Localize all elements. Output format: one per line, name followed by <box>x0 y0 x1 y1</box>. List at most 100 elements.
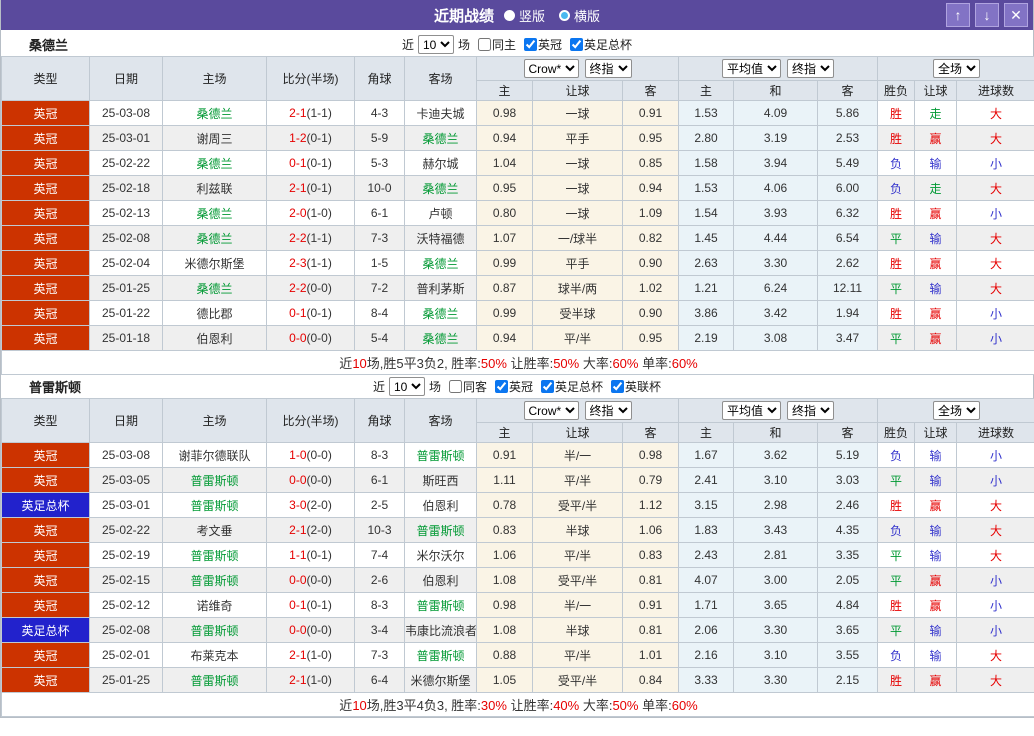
view-option-selected[interactable]: 竖版 <box>504 6 545 25</box>
recent-count-select[interactable]: 10 <box>418 35 454 54</box>
subcol-handicap-result: 让球 <box>915 423 957 443</box>
checkbox-input[interactable] <box>541 380 554 393</box>
avg-away: 3.03 <box>818 468 878 493</box>
away-team: 斯旺西 <box>405 468 477 493</box>
outcome-result: 平 <box>878 468 915 493</box>
fulltime-score: 0-0 <box>289 573 306 587</box>
away-team: 普雷斯顿 <box>405 643 477 668</box>
match-row: 英冠25-02-15普雷斯顿0-0(0-0)2-6伯恩利1.08受平/半0.81… <box>2 568 1034 593</box>
avg-draw: 3.30 <box>734 668 818 693</box>
scope-select[interactable]: 全场 <box>933 401 980 420</box>
filter-checkbox-3[interactable]: 英联杯 <box>607 378 661 395</box>
corners: 8-4 <box>355 301 405 326</box>
handicap-result: 赢 <box>915 668 957 693</box>
summary-segment: 60% <box>612 356 638 371</box>
subcol-outcome: 胜负 <box>878 81 915 101</box>
avg-time-select[interactable]: 终指 <box>787 59 834 78</box>
league-badge: 英冠 <box>2 543 90 568</box>
away-odds: 0.83 <box>623 543 679 568</box>
goals-result: 大 <box>957 643 1034 668</box>
checkbox-label: 英冠 <box>509 378 533 395</box>
avg-source-select[interactable]: 平均值 <box>722 59 781 78</box>
checkbox-input[interactable] <box>495 380 508 393</box>
handicap-line: 半/一 <box>533 593 623 618</box>
avg-home: 2.41 <box>679 468 734 493</box>
avg-home: 1.53 <box>679 101 734 126</box>
avg-time-select[interactable]: 终指 <box>787 401 834 420</box>
home-team: 布莱克本 <box>163 643 267 668</box>
avg-home: 2.19 <box>679 326 734 351</box>
avg-draw: 6.24 <box>734 276 818 301</box>
goals-result: 大 <box>957 518 1034 543</box>
goals-result: 大 <box>957 276 1034 301</box>
checkbox-input[interactable] <box>449 380 462 393</box>
away-team: 普雷斯顿 <box>405 593 477 618</box>
score: 2-2(0-0) <box>267 276 355 301</box>
match-row: 英冠25-01-25普雷斯顿2-1(1-0)6-4米德尔斯堡1.05受平/半0.… <box>2 668 1034 693</box>
league-badge: 英冠 <box>2 326 90 351</box>
avg-source-select[interactable]: 平均值 <box>722 401 781 420</box>
outcome-result: 负 <box>878 176 915 201</box>
filter-controls: 近10场同主英冠英足总杯 <box>402 35 632 54</box>
panel-title: 近期战绩 <box>434 5 494 26</box>
view-toggle: 竖版横版 <box>504 6 600 25</box>
avg-away: 1.94 <box>818 301 878 326</box>
scope-select[interactable]: 全场 <box>933 59 980 78</box>
recent-count-select[interactable]: 10 <box>389 377 425 396</box>
score: 2-3(1-1) <box>267 251 355 276</box>
handicap-line: 半球 <box>533 518 623 543</box>
col-header-date: 日期 <box>90 399 163 443</box>
view-option-unselected[interactable]: 横版 <box>559 6 600 25</box>
away-odds: 0.95 <box>623 326 679 351</box>
col-header-corners: 角球 <box>355 399 405 443</box>
filter-checkbox-2[interactable]: 英足总杯 <box>537 378 603 395</box>
games-label: 场 <box>429 378 441 395</box>
checkbox-input[interactable] <box>478 38 491 51</box>
outcome-result: 平 <box>878 326 915 351</box>
avg-home: 3.15 <box>679 493 734 518</box>
match-row: 英冠25-03-08桑德兰2-1(1-1)4-3卡迪夫城0.98一球0.911.… <box>2 101 1034 126</box>
away-team: 普雷斯顿 <box>405 443 477 468</box>
outcome-result: 平 <box>878 276 915 301</box>
corners: 6-1 <box>355 201 405 226</box>
fulltime-score: 2-3 <box>289 256 306 270</box>
odds-source-select[interactable]: Crow* <box>524 401 579 420</box>
subcol-handicap: 让球 <box>533 423 623 443</box>
handicap-line: 球半/两 <box>533 276 623 301</box>
avg-away: 6.00 <box>818 176 878 201</box>
corners: 2-6 <box>355 568 405 593</box>
filter-checkbox-0[interactable]: 同客 <box>445 378 487 395</box>
checkbox-input[interactable] <box>570 38 583 51</box>
filter-checkbox-1[interactable]: 英冠 <box>520 36 562 53</box>
halftime-score: (0-0) <box>307 623 332 637</box>
avg-away: 6.54 <box>818 226 878 251</box>
match-row: 英足总杯25-03-01普雷斯顿3-0(2-0)2-5伯恩利0.78受平/半1.… <box>2 493 1034 518</box>
filter-checkbox-0[interactable]: 同主 <box>474 36 516 53</box>
checkbox-input[interactable] <box>611 380 624 393</box>
odds-time-select[interactable]: 终指 <box>585 401 632 420</box>
checkbox-label: 同客 <box>463 378 487 395</box>
subcol-away-odds: 客 <box>623 423 679 443</box>
corners: 8-3 <box>355 593 405 618</box>
fulltime-score: 2-2 <box>289 281 306 295</box>
home-team: 桑德兰 <box>163 151 267 176</box>
avg-home: 1.83 <box>679 518 734 543</box>
home-odds: 1.07 <box>477 226 533 251</box>
match-date: 25-02-08 <box>90 226 163 251</box>
scroll-down-button[interactable]: ↓ <box>975 3 999 27</box>
odds-source-select[interactable]: Crow* <box>524 59 579 78</box>
odds-time-select[interactable]: 终指 <box>585 59 632 78</box>
score: 1-0(0-0) <box>267 443 355 468</box>
filter-checkbox-2[interactable]: 英足总杯 <box>566 36 632 53</box>
match-date: 25-03-08 <box>90 101 163 126</box>
home-odds: 0.99 <box>477 301 533 326</box>
corners: 4-3 <box>355 101 405 126</box>
avg-away: 5.49 <box>818 151 878 176</box>
match-row: 英冠25-02-22桑德兰0-1(0-1)5-3赫尔城1.04一球0.851.5… <box>2 151 1034 176</box>
filter-checkbox-1[interactable]: 英冠 <box>491 378 533 395</box>
close-button[interactable]: ✕ <box>1004 3 1028 27</box>
scroll-up-button[interactable]: ↑ <box>946 3 970 27</box>
handicap-line: 受半球 <box>533 301 623 326</box>
corners: 7-3 <box>355 226 405 251</box>
checkbox-input[interactable] <box>524 38 537 51</box>
